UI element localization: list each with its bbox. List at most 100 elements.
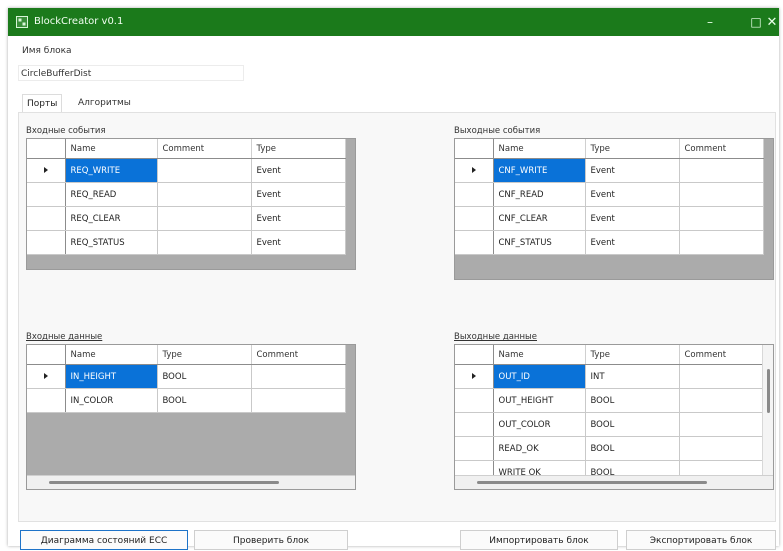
block-name-input[interactable]: CircleBufferDist	[18, 65, 244, 81]
cell-type[interactable]: BOOL	[585, 388, 680, 413]
cell-name[interactable]: READ_OK	[493, 436, 586, 461]
cell-comment[interactable]	[679, 206, 764, 231]
cell-comment[interactable]	[157, 182, 252, 207]
column-header-type[interactable]: Type	[585, 139, 680, 159]
table-row[interactable]: OUT_COLOR BOOL	[455, 412, 764, 437]
cell-name[interactable]: REQ_WRITE	[65, 158, 158, 183]
table-row[interactable]: CNF_STATUS Event	[455, 230, 764, 255]
cell-name[interactable]: CNF_CLEAR	[493, 206, 586, 231]
column-header-comment[interactable]: Comment	[679, 139, 764, 159]
cell-name[interactable]: REQ_CLEAR	[65, 206, 158, 231]
cell-name[interactable]: CNF_STATUS	[493, 230, 586, 255]
cell-comment[interactable]	[157, 230, 252, 255]
column-header-type[interactable]: Type	[157, 345, 252, 365]
table-row[interactable]: OUT_HEIGHT BOOL	[455, 388, 764, 413]
column-header-comment[interactable]: Comment	[251, 345, 346, 365]
table-row[interactable]: OUT_ID INT	[455, 364, 764, 389]
tab-algorithms[interactable]: Алгоритмы	[74, 94, 135, 112]
cell-comment[interactable]	[679, 436, 764, 461]
cell-name[interactable]: REQ_STATUS	[65, 230, 158, 255]
input-data-grid[interactable]: Name Type Comment IN_HEIGHT BOOL IN_COLO…	[26, 344, 356, 490]
row-header[interactable]	[27, 158, 66, 183]
cell-comment[interactable]	[679, 388, 764, 413]
column-header-name[interactable]: Name	[493, 139, 586, 159]
row-header[interactable]	[455, 364, 494, 389]
output-data-grid[interactable]: Name Type Comment OUT_ID INT OUT_HEIGHT …	[454, 344, 774, 490]
table-row[interactable]: IN_COLOR BOOL	[27, 388, 346, 413]
row-header[interactable]	[27, 388, 66, 413]
row-header[interactable]	[27, 182, 66, 207]
check-block-button[interactable]: Проверить блок	[194, 530, 348, 550]
column-header-name[interactable]: Name	[493, 345, 586, 365]
row-header[interactable]	[455, 206, 494, 231]
table-row[interactable]: REQ_READ Event	[27, 182, 346, 207]
cell-comment[interactable]	[679, 158, 764, 183]
cell-type[interactable]: BOOL	[585, 436, 680, 461]
cell-type[interactable]: BOOL	[157, 388, 252, 413]
scroll-thumb[interactable]	[767, 369, 770, 413]
row-header[interactable]	[27, 206, 66, 231]
cell-type[interactable]: Event	[251, 206, 346, 231]
cell-type[interactable]: Event	[251, 158, 346, 183]
column-header-name[interactable]: Name	[65, 139, 158, 159]
cell-name[interactable]: OUT_ID	[493, 364, 586, 389]
minimize-button[interactable]: –	[687, 8, 733, 36]
close-button[interactable]: ✕	[765, 8, 779, 36]
table-row[interactable]: REQ_STATUS Event	[27, 230, 346, 255]
cell-type[interactable]: Event	[585, 206, 680, 231]
cell-type[interactable]: Event	[251, 182, 346, 207]
cell-type[interactable]: Event	[251, 230, 346, 255]
column-header-type[interactable]: Type	[585, 345, 680, 365]
table-row[interactable]: REQ_WRITE Event	[27, 158, 346, 183]
row-header[interactable]	[455, 388, 494, 413]
column-header-type[interactable]: Type	[251, 139, 346, 159]
output-events-grid[interactable]: Name Type Comment CNF_WRITE Event CNF_RE…	[454, 138, 774, 280]
row-header[interactable]	[455, 182, 494, 207]
cell-type[interactable]: BOOL	[157, 364, 252, 389]
horizontal-scrollbar[interactable]	[455, 475, 773, 489]
cell-comment[interactable]	[679, 412, 764, 437]
table-row[interactable]: CNF_WRITE Event	[455, 158, 764, 183]
row-header[interactable]	[455, 158, 494, 183]
cell-comment[interactable]	[251, 388, 346, 413]
export-block-button[interactable]: Экспортировать блок	[626, 530, 776, 550]
cell-name[interactable]: CNF_WRITE	[493, 158, 586, 183]
cell-type[interactable]: BOOL	[585, 412, 680, 437]
column-header-comment[interactable]: Comment	[679, 345, 764, 365]
cell-comment[interactable]	[251, 364, 346, 389]
row-header[interactable]	[27, 364, 66, 389]
table-row[interactable]: REQ_CLEAR Event	[27, 206, 346, 231]
cell-name[interactable]: OUT_COLOR	[493, 412, 586, 437]
cell-comment[interactable]	[679, 230, 764, 255]
column-header-comment[interactable]: Comment	[157, 139, 252, 159]
cell-name[interactable]: CNF_READ	[493, 182, 586, 207]
table-row[interactable]: READ_OK BOOL	[455, 436, 764, 461]
cell-comment[interactable]	[157, 158, 252, 183]
column-header-name[interactable]: Name	[65, 345, 158, 365]
cell-type[interactable]: INT	[585, 364, 680, 389]
table-row[interactable]: CNF_CLEAR Event	[455, 206, 764, 231]
cell-type[interactable]: Event	[585, 230, 680, 255]
cell-comment[interactable]	[679, 182, 764, 207]
cell-type[interactable]: Event	[585, 158, 680, 183]
vertical-scrollbar[interactable]	[762, 345, 773, 475]
table-row[interactable]: IN_HEIGHT BOOL	[27, 364, 346, 389]
cell-name[interactable]: IN_HEIGHT	[65, 364, 158, 389]
cell-name[interactable]: REQ_READ	[65, 182, 158, 207]
cell-comment[interactable]	[679, 364, 764, 389]
cell-name[interactable]: OUT_HEIGHT	[493, 388, 586, 413]
cell-type[interactable]: Event	[585, 182, 680, 207]
cell-name[interactable]: IN_COLOR	[65, 388, 158, 413]
scroll-thumb[interactable]	[477, 481, 707, 484]
cell-comment[interactable]	[157, 206, 252, 231]
row-header[interactable]	[27, 230, 66, 255]
scroll-thumb[interactable]	[49, 481, 279, 484]
import-block-button[interactable]: Импортировать блок	[460, 530, 618, 550]
row-header[interactable]	[455, 230, 494, 255]
tab-ports[interactable]: Порты	[22, 94, 63, 114]
table-row[interactable]: CNF_READ Event	[455, 182, 764, 207]
row-header[interactable]	[455, 412, 494, 437]
input-events-grid[interactable]: Name Comment Type REQ_WRITE Event REQ_RE…	[26, 138, 356, 270]
title-bar[interactable]: BlockCreator v0.1 – □ ✕	[8, 8, 779, 36]
horizontal-scrollbar[interactable]	[27, 475, 355, 489]
